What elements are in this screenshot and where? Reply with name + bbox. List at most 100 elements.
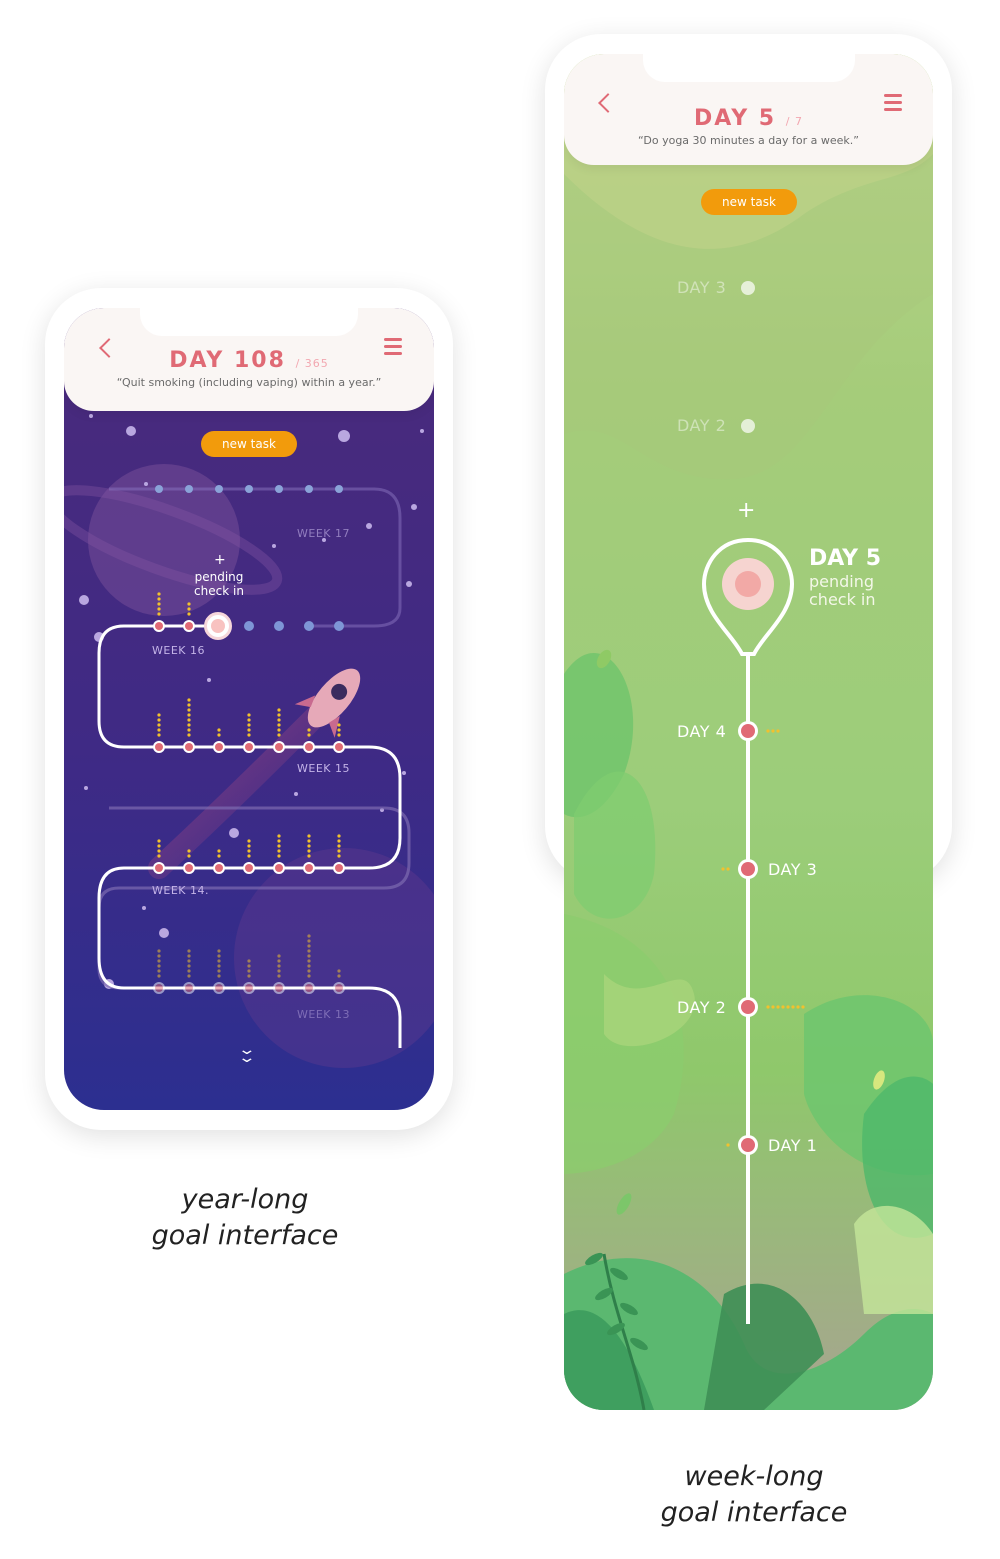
new-task-button[interactable]: new task (201, 431, 297, 457)
year-caption-line2: goal interface (151, 1220, 339, 1251)
count-dot (277, 954, 281, 958)
year-check-dots (153, 485, 345, 994)
count-dot (277, 728, 281, 732)
avatar[interactable] (204, 612, 232, 640)
year-header: DAY 108 / 365 “Quit smoking (including v… (64, 308, 434, 411)
check-node (303, 741, 315, 753)
count-dot (187, 974, 191, 978)
count-dot (187, 959, 191, 963)
count-dot (337, 728, 341, 732)
new-task-button[interactable]: new task (701, 189, 797, 215)
week-caption-line2: goal interface (660, 1497, 848, 1528)
week-16-label: WEEK 16 (152, 644, 205, 657)
future-dot (215, 485, 223, 493)
year-goal-screen: DAY 108 / 365 “Quit smoking (including v… (64, 308, 434, 1110)
day-1-label: DAY 1 (768, 1136, 818, 1155)
count-dot (277, 849, 281, 853)
check-node (183, 620, 195, 632)
count-dot (187, 718, 191, 722)
count-dot (721, 867, 725, 871)
check-node (333, 741, 345, 753)
count-dot (187, 607, 191, 611)
count-dot (307, 834, 311, 838)
count-dot (187, 849, 191, 853)
count-dot (187, 713, 191, 717)
count-dot (801, 1005, 805, 1009)
count-dot (157, 839, 161, 843)
count-dot (187, 964, 191, 968)
year-caption-line1: year-long (181, 1184, 309, 1215)
day-2-label: DAY 2 (677, 998, 727, 1017)
count-dot (277, 834, 281, 838)
pending-line2: check in (194, 584, 244, 598)
week-caption: week-long goal interface (604, 1459, 904, 1531)
check-node (333, 982, 345, 994)
count-dot (217, 728, 221, 732)
goal-quote: “Quit smoking (including vaping) within … (116, 376, 382, 389)
current-pending-label: pending check in (809, 573, 876, 609)
count-dot (157, 713, 161, 717)
count-dot (786, 1005, 790, 1009)
count-dot (217, 974, 221, 978)
scroll-down-icon[interactable]: ⌄ ⌄ (237, 1043, 256, 1065)
current-avatar[interactable] (722, 558, 774, 610)
count-dot (247, 969, 251, 973)
notch (140, 308, 358, 336)
count-dot (337, 844, 341, 848)
count-dot (277, 854, 281, 858)
goal-quote: “Do yoga 30 minutes a day for a week.” (638, 134, 859, 147)
day-node-fill (741, 862, 755, 876)
day-number: DAY 108 (169, 348, 286, 373)
count-dot (337, 839, 341, 843)
count-dot (307, 949, 311, 953)
check-node (183, 982, 195, 994)
future-dot (155, 485, 163, 493)
count-dot (771, 1005, 775, 1009)
count-dot (277, 974, 281, 978)
count-dot (277, 708, 281, 712)
pending-plus-icon[interactable]: + (737, 498, 755, 523)
count-dot (307, 944, 311, 948)
count-dot (337, 974, 341, 978)
count-dot (307, 959, 311, 963)
count-dot (277, 969, 281, 973)
day-node-fill (741, 1000, 755, 1014)
count-dot (277, 713, 281, 717)
count-dot (157, 844, 161, 848)
count-dot (157, 602, 161, 606)
count-dot (187, 954, 191, 958)
check-node (273, 741, 285, 753)
current-day-title: DAY 5 (809, 546, 882, 571)
count-dot (337, 969, 341, 973)
avatar-face-icon (735, 571, 761, 597)
day-3-label: DAY 3 (768, 860, 818, 879)
week-15-label: WEEK 15 (297, 762, 350, 775)
count-dot (187, 854, 191, 858)
check-node (303, 862, 315, 874)
count-dot (187, 698, 191, 702)
count-dot (796, 1005, 800, 1009)
count-dot (247, 723, 251, 727)
count-dot (776, 729, 780, 733)
pending-plus-icon[interactable]: + (214, 552, 226, 568)
count-dot (307, 964, 311, 968)
count-dot (217, 964, 221, 968)
day-total: / 365 (295, 357, 329, 370)
count-dot (726, 867, 730, 871)
day-total: / 7 (785, 115, 803, 128)
week-goal-screen: DAY 5 / 7 “Do yoga 30 minutes a day for … (564, 54, 933, 1410)
count-dot (157, 592, 161, 596)
check-node (333, 862, 345, 874)
count-dot (157, 969, 161, 973)
count-dot (157, 718, 161, 722)
count-dot (277, 844, 281, 848)
future-dot (335, 485, 343, 493)
count-dot (187, 602, 191, 606)
count-dot (157, 612, 161, 616)
count-dot (217, 733, 221, 737)
count-dot (726, 1143, 730, 1147)
count-dot (771, 729, 775, 733)
check-node (183, 862, 195, 874)
count-dot (337, 834, 341, 838)
count-dot (247, 733, 251, 737)
